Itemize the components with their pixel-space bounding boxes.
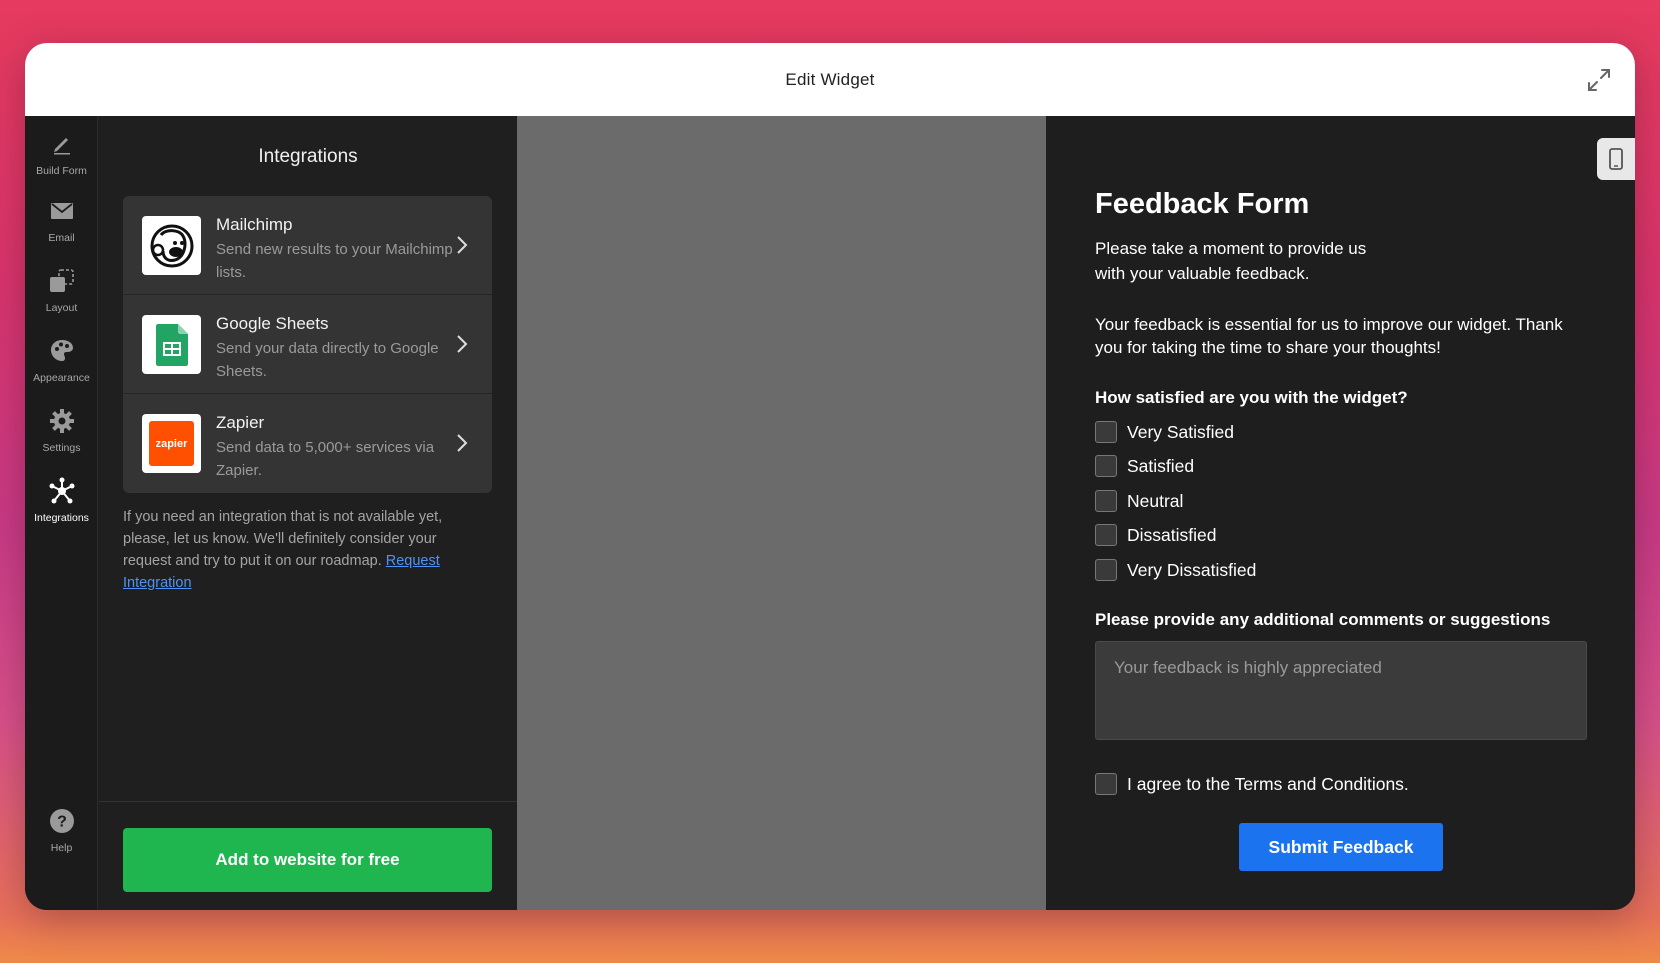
integration-zapier[interactable]: zapier Zapier Send data to 5,000+ servic…	[123, 394, 492, 493]
checkbox[interactable]	[1095, 490, 1117, 512]
option-neutral[interactable]: Neutral	[1095, 489, 1183, 513]
sidebar-item-integrations[interactable]: Integrations	[25, 476, 98, 536]
integration-name: Zapier	[216, 413, 265, 432]
option-dissatisfied[interactable]: Dissatisfied	[1095, 523, 1216, 547]
sidebar-item-label: Layout	[45, 302, 78, 314]
pencil-icon	[47, 129, 77, 159]
checkbox[interactable]	[1095, 421, 1117, 443]
integration-name: Mailchimp	[216, 215, 293, 234]
sidebar-item-label: Email	[48, 232, 75, 244]
form-intro: Please take a moment to provide us with …	[1095, 239, 1367, 283]
checkbox[interactable]	[1095, 559, 1117, 581]
checkbox[interactable]	[1095, 455, 1117, 477]
chevron-right-icon	[457, 236, 468, 254]
form-title: Feedback Form	[1095, 188, 1310, 220]
integration-description: Send new results to your Mailchimp lists…	[216, 241, 453, 281]
phone-icon	[1609, 148, 1623, 170]
google-sheets-logo-icon	[142, 315, 201, 374]
integration-request-note: If you need an integration that is not a…	[123, 506, 483, 594]
integrations-panel: Integrations Mailchimp Send new results …	[99, 116, 517, 910]
sidebar-item-appearance[interactable]: Appearance	[25, 336, 98, 396]
edit-widget-window: Edit Widget Build Form Email Layout Appe…	[25, 43, 1635, 910]
integration-mailchimp[interactable]: Mailchimp Send new results to your Mailc…	[123, 196, 492, 295]
option-very-satisfied[interactable]: Very Satisfied	[1095, 420, 1234, 444]
option-label: Very Dissatisfied	[1127, 559, 1257, 580]
sidebar-item-help[interactable]: ? Help	[25, 806, 98, 866]
svg-text:?: ?	[57, 814, 67, 831]
zapier-logo-icon: zapier	[142, 414, 201, 473]
integration-google-sheets[interactable]: Google Sheets Send your data directly to…	[123, 295, 492, 394]
sidebar-item-label: Settings	[42, 442, 81, 454]
sidebar-item-label: Help	[50, 842, 73, 854]
preview-canvas	[517, 116, 1046, 910]
envelope-icon	[47, 196, 77, 226]
option-very-dissatisfied[interactable]: Very Dissatisfied	[1095, 558, 1256, 582]
window-title: Edit Widget	[785, 69, 875, 89]
option-label: Neutral	[1127, 490, 1184, 511]
integration-description: Send your data directly to Google Sheets…	[216, 340, 439, 380]
mailchimp-logo-icon	[142, 216, 201, 275]
add-to-website-button[interactable]: Add to website for free	[123, 828, 492, 892]
option-label: Dissatisfied	[1127, 524, 1217, 545]
chevron-right-icon	[457, 335, 468, 353]
integration-name: Google Sheets	[216, 314, 329, 333]
chevron-right-icon	[457, 434, 468, 452]
option-label: Satisfied	[1127, 455, 1195, 476]
form-description: Your feedback is essential for us to imp…	[1095, 315, 1563, 357]
integrations-icon	[47, 476, 77, 506]
form-preview: Feedback Form Please take a moment to pr…	[1046, 116, 1635, 910]
panel-title: Integrations	[258, 146, 358, 167]
sidebar-item-build-form[interactable]: Build Form	[25, 129, 98, 189]
layout-icon	[47, 266, 77, 296]
expand-icon[interactable]	[1585, 66, 1613, 94]
submit-feedback-button[interactable]: Submit Feedback	[1239, 823, 1443, 871]
comments-textarea[interactable]	[1095, 641, 1587, 740]
sidebar-item-label: Appearance	[33, 372, 90, 384]
option-label: Very Satisfied	[1127, 421, 1234, 442]
sidebar-item-settings[interactable]: Settings	[25, 406, 98, 466]
sidebar-item-label: Build Form	[36, 165, 87, 177]
checkbox[interactable]	[1095, 524, 1117, 546]
sidebar-item-email[interactable]: Email	[25, 196, 98, 256]
sidebar-rail: Build Form Email Layout Appearance Setti…	[25, 116, 98, 910]
terms-agreement[interactable]: I agree to the Terms and Conditions.	[1095, 772, 1409, 796]
comments-question: Please provide any additional comments o…	[1095, 610, 1551, 629]
sidebar-item-layout[interactable]: Layout	[25, 266, 98, 326]
palette-icon	[47, 336, 77, 366]
window-titlebar: Edit Widget	[25, 43, 1635, 116]
mobile-preview-button[interactable]	[1597, 138, 1635, 180]
terms-checkbox[interactable]	[1095, 773, 1117, 795]
integrations-list: Mailchimp Send new results to your Mailc…	[123, 196, 492, 493]
option-satisfied[interactable]: Satisfied	[1095, 454, 1194, 478]
help-icon: ?	[47, 806, 77, 836]
sidebar-item-label: Integrations	[34, 512, 89, 524]
panel-footer: Add to website for free	[99, 801, 517, 910]
satisfaction-question: How satisfied are you with the widget?	[1095, 388, 1408, 407]
integration-description: Send data to 5,000+ services via Zapier.	[216, 439, 435, 479]
terms-label: I agree to the Terms and Conditions.	[1127, 773, 1409, 794]
zapier-logo-text: zapier	[155, 437, 188, 450]
gear-icon	[47, 406, 77, 436]
